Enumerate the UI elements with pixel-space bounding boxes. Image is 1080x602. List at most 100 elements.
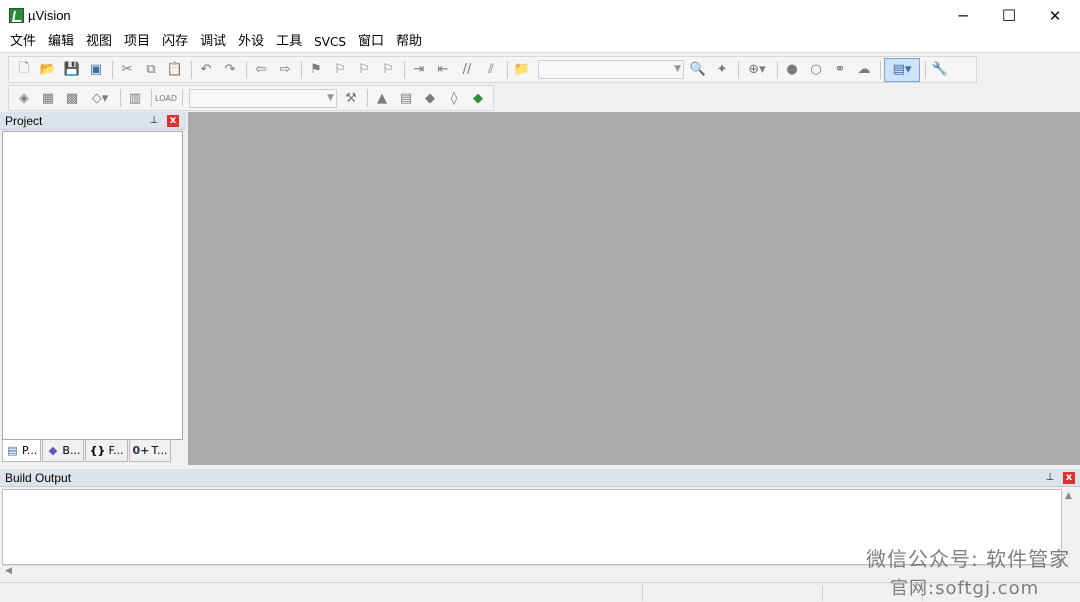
select-packs-icon[interactable]: ▤ — [395, 87, 417, 109]
project-panel-title: Project — [5, 114, 43, 128]
project-tree[interactable] — [2, 131, 183, 440]
paste-icon[interactable]: 📋 — [164, 59, 186, 81]
cut-icon[interactable]: ✂ — [116, 59, 138, 81]
toolbar-separator — [151, 89, 152, 107]
clear-bookmarks-icon[interactable]: ⚐ — [377, 59, 399, 81]
close-button[interactable]: ✕ — [1032, 0, 1078, 31]
stop-build-icon[interactable]: ▥ — [124, 87, 146, 109]
incremental-find-icon[interactable]: ✦ — [711, 59, 733, 81]
menu-project[interactable]: 项目 — [118, 32, 156, 52]
download-icon[interactable]: LOAD — [155, 87, 177, 109]
disable-breakpoint-icon[interactable]: ○ — [805, 59, 827, 81]
toolbar-separator — [301, 60, 302, 79]
toolbar-separator — [925, 60, 926, 79]
project-panel-tabs: ▤ P... ◆ B... {} F... 0+ T... — [2, 440, 183, 463]
toolbar-separator — [507, 60, 508, 79]
manage-project-icon[interactable]: ▲ — [371, 87, 393, 109]
debug-zoom-icon[interactable]: ⊕▾ — [742, 59, 772, 81]
next-bookmark-icon[interactable]: ⚐ — [353, 59, 375, 81]
toolbar-separator — [246, 60, 247, 79]
copy-icon[interactable]: ⧉ — [140, 59, 162, 81]
tab-books[interactable]: ◆ B... — [42, 440, 85, 462]
status-divider — [642, 585, 643, 601]
nav-back-icon[interactable]: ⇦ — [250, 59, 272, 81]
pin-icon[interactable]: ⊥ — [1044, 472, 1056, 484]
uncomment-icon[interactable]: ⫽ — [480, 59, 502, 81]
translate-icon[interactable]: ◈ — [13, 87, 35, 109]
project-tab-icon: ▤ — [7, 443, 18, 457]
tab-project-label: P... — [22, 444, 38, 457]
disable-all-breakpoints-icon[interactable]: ⚭ — [829, 59, 851, 81]
toolbar-separator — [777, 60, 778, 79]
toolbar-separator — [738, 60, 739, 79]
find-icon[interactable]: 🔍 — [687, 59, 709, 81]
breakpoint-icon[interactable]: ● — [781, 59, 803, 81]
nav-forward-icon[interactable]: ⇨ — [274, 59, 296, 81]
rebuild-icon[interactable]: ▩ — [61, 87, 83, 109]
functions-tab-icon: {} — [89, 443, 106, 457]
minimize-button[interactable]: ─ — [940, 0, 986, 31]
window-layout-icon[interactable]: ▤▾ — [884, 57, 920, 82]
prev-bookmark-icon[interactable]: ⚐ — [329, 59, 351, 81]
editor-area[interactable] — [188, 112, 1080, 465]
menu-bar: 文件 编辑 视图 项目 闪存 调试 外设 工具 SVCS 窗口 帮助 — [0, 31, 1080, 53]
menu-window[interactable]: 窗口 — [352, 32, 390, 52]
menu-peripherals[interactable]: 外设 — [232, 32, 270, 52]
indent-icon[interactable]: ⇥ — [408, 59, 430, 81]
templates-tab-icon: 0+ — [132, 443, 150, 457]
menu-edit[interactable]: 编辑 — [42, 32, 80, 52]
tab-functions[interactable]: {} F... — [85, 440, 128, 462]
title-bar: µVision ─ ☐ ✕ — [0, 0, 1080, 31]
menu-svcs[interactable]: SVCS — [308, 32, 352, 52]
find-in-files-icon[interactable]: 📁 — [511, 59, 533, 81]
kill-all-breakpoints-icon[interactable]: ☁ — [853, 59, 875, 81]
new-file-icon[interactable]: 🗋 — [13, 59, 35, 81]
comment-icon[interactable]: // — [456, 59, 478, 81]
redo-icon[interactable]: ↷ — [219, 59, 241, 81]
pin-icon[interactable]: ⊥ — [148, 115, 160, 127]
toolbar-separator — [367, 89, 368, 107]
target-combobox[interactable]: ▼ — [189, 88, 337, 108]
uvision-logo-icon — [9, 8, 24, 23]
menu-flash[interactable]: 闪存 — [156, 32, 194, 52]
batch-build-icon[interactable]: ◇▾ — [85, 87, 115, 109]
toolbar-separator — [191, 60, 192, 79]
toolbar-separator — [120, 89, 121, 107]
target-options-icon[interactable]: ⚒ — [340, 87, 362, 109]
build-output-close-icon[interactable]: x — [1063, 472, 1075, 484]
scroll-left-icon[interactable]: ◀ — [5, 566, 12, 576]
bookmark-icon[interactable]: ⚑ — [305, 59, 327, 81]
build-output-title: Build Output — [5, 471, 72, 485]
unindent-icon[interactable]: ⇤ — [432, 59, 454, 81]
save-all-icon[interactable]: ▣ — [85, 59, 107, 81]
build-icon[interactable]: ▦ — [37, 87, 59, 109]
manage-rte-icon[interactable]: ◆ — [419, 87, 441, 109]
maximize-button[interactable]: ☐ — [986, 0, 1032, 31]
find-combobox[interactable]: ▼ — [538, 60, 684, 79]
save-icon[interactable]: 💾 — [61, 59, 83, 81]
menu-debug[interactable]: 调试 — [194, 32, 232, 52]
status-divider — [822, 585, 823, 601]
menu-tools[interactable]: 工具 — [270, 32, 308, 52]
tab-project[interactable]: ▤ P... — [2, 440, 42, 462]
watermark-line1: 微信公众号: 软件管家 — [866, 547, 1071, 571]
project-panel-header: Project ⊥ x — [0, 112, 186, 130]
menu-view[interactable]: 视图 — [80, 32, 118, 52]
watermark-line2: 官网:softgj.com — [890, 578, 1040, 599]
undo-icon[interactable]: ↶ — [195, 59, 217, 81]
build-output-header: Build Output ⊥ x — [0, 469, 1080, 487]
toolbar-separator — [182, 89, 183, 107]
pack-installer-icon[interactable]: ◆ — [467, 87, 489, 109]
toolbar-separator — [112, 60, 113, 79]
toolbar-separator — [880, 60, 881, 79]
open-file-icon[interactable]: 📂 — [37, 59, 59, 81]
menu-help[interactable]: 帮助 — [390, 32, 428, 52]
build-toolbar: ◈ ▦ ▩ ◇▾ ▥ LOAD ▼ ⚒ ▲ ▤ ◆ ◊ ◆ — [8, 85, 494, 111]
tab-books-label: B... — [62, 444, 81, 457]
scroll-up-icon[interactable]: ▲ — [1065, 491, 1072, 501]
configure-icon[interactable]: 🔧 — [929, 59, 951, 81]
tab-templates[interactable]: 0+ T... — [128, 440, 172, 462]
menu-file[interactable]: 文件 — [4, 32, 42, 52]
project-panel-close-icon[interactable]: x — [167, 115, 179, 127]
select-software-packs-icon[interactable]: ◊ — [443, 87, 465, 109]
